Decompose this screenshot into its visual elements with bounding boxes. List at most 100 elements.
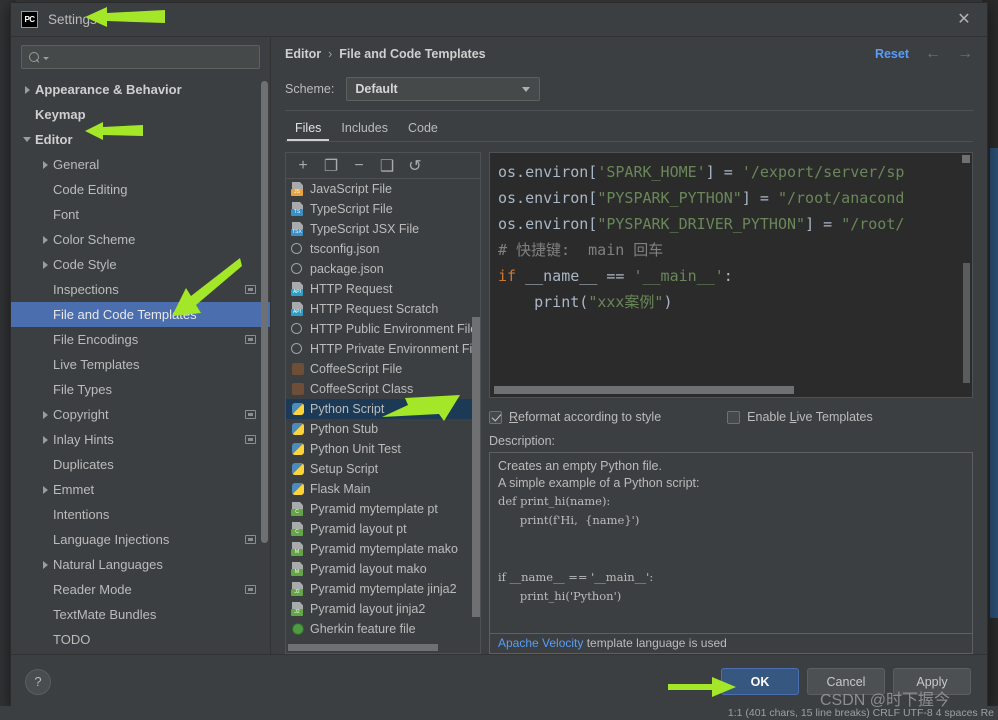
sidebar-item-editor[interactable]: Editor xyxy=(11,127,270,152)
sidebar-item-live-templates[interactable]: Live Templates xyxy=(11,352,270,377)
template-list-item[interactable]: M Pyramid layout mako xyxy=(286,559,480,579)
chevron-right-icon[interactable] xyxy=(37,485,53,494)
template-list-item[interactable]: Python Script xyxy=(286,399,480,419)
description-line: def print_hi(name): xyxy=(498,494,611,508)
clone-icon[interactable]: ❑ xyxy=(374,155,400,177)
sidebar-item-plugins[interactable]: Plugins2 xyxy=(11,652,270,654)
sidebar-item-general[interactable]: General xyxy=(11,152,270,177)
template-list-item[interactable]: TS TypeScript File xyxy=(286,199,480,219)
template-list-item[interactable]: package.json xyxy=(286,259,480,279)
cancel-button[interactable]: Cancel xyxy=(807,668,885,695)
template-list-item[interactable]: Setup Script xyxy=(286,459,480,479)
search-input[interactable] xyxy=(49,50,253,64)
template-list-item[interactable]: CoffeeScript Class xyxy=(286,379,480,399)
chevron-right-icon[interactable] xyxy=(37,560,53,569)
forward-arrow-icon[interactable]: → xyxy=(957,46,973,62)
sidebar-item-font[interactable]: Font xyxy=(11,202,270,227)
description-box: Creates an empty Python file. A simple ex… xyxy=(489,452,973,654)
sidebar-item-copyright[interactable]: Copyright xyxy=(11,402,270,427)
code-lines: os.environ['SPARK_HOME'] = '/export/serv… xyxy=(498,159,972,315)
chevron-right-icon[interactable] xyxy=(19,85,35,94)
sidebar-item-file-and-code-templates[interactable]: File and Code Templates xyxy=(11,302,270,327)
sidebar-item-textmate-bundles[interactable]: TextMate Bundles xyxy=(11,602,270,627)
chevron-right-icon[interactable] xyxy=(37,235,53,244)
sidebar-item-file-types[interactable]: File Types xyxy=(11,377,270,402)
sidebar-item-inspections[interactable]: Inspections xyxy=(11,277,270,302)
close-icon[interactable]: ✕ xyxy=(947,5,981,35)
sidebar-item-code-style[interactable]: Code Style xyxy=(11,252,270,277)
templates-horizontal-scrollbar[interactable] xyxy=(288,644,438,651)
http-request-icon: API xyxy=(291,282,305,296)
http-env-icon xyxy=(291,322,305,336)
template-list-item[interactable]: Python Stub xyxy=(286,419,480,439)
enable-live-templates-checkbox[interactable]: Enable Live Templates xyxy=(727,410,873,424)
copy-template-icon[interactable]: ❐ xyxy=(318,155,344,177)
template-list-item[interactable]: TSX TypeScript JSX File xyxy=(286,219,480,239)
code-horizontal-scrollbar[interactable] xyxy=(494,386,794,394)
template-list-item[interactable]: HTTP Private Environment File xyxy=(286,339,480,359)
sidebar-item-intentions[interactable]: Intentions xyxy=(11,502,270,527)
settings-content: Editor › File and Code Templates Reset ←… xyxy=(271,37,987,654)
reset-icon[interactable]: ↺ xyxy=(402,155,428,177)
template-tabs: Files Includes Code xyxy=(271,111,987,141)
chevron-right-icon[interactable] xyxy=(37,410,53,419)
tab-code[interactable]: Code xyxy=(398,121,448,141)
template-list-item[interactable]: JS JavaScript File xyxy=(286,179,480,199)
sidebar-scrollbar[interactable] xyxy=(261,81,268,543)
apache-velocity-link[interactable]: Apache Velocity xyxy=(498,636,583,650)
sidebar-item-code-editing[interactable]: Code Editing xyxy=(11,177,270,202)
reset-link[interactable]: Reset xyxy=(875,47,909,61)
template-name: Python Script xyxy=(310,402,385,416)
live-templates-checkbox-box xyxy=(727,410,741,424)
sidebar-item-label: Code Style xyxy=(53,257,117,272)
sidebar-item-language-injections[interactable]: Language Injections xyxy=(11,527,270,552)
chevron-down-icon[interactable] xyxy=(19,137,35,142)
sidebar-item-label: Language Injections xyxy=(53,532,170,547)
back-arrow-icon[interactable]: ← xyxy=(925,46,941,62)
sidebar-item-natural-languages[interactable]: Natural Languages xyxy=(11,552,270,577)
chevron-right-icon[interactable] xyxy=(37,160,53,169)
pyramid-mako-icon: M xyxy=(291,562,305,576)
tab-files[interactable]: Files xyxy=(285,121,331,141)
sidebar-item-appearance-behavior[interactable]: Appearance & Behavior xyxy=(11,77,270,102)
template-list-item[interactable]: Python Unit Test xyxy=(286,439,480,459)
template-list-item[interactable]: API HTTP Request Scratch xyxy=(286,299,480,319)
template-list-item[interactable]: HTTP Public Environment File xyxy=(286,319,480,339)
remove-icon[interactable]: − xyxy=(346,155,372,177)
breadcrumb-parent[interactable]: Editor xyxy=(285,47,321,61)
template-list-item[interactable]: J2 Pyramid layout jinja2 xyxy=(286,599,480,619)
template-list-item[interactable]: Gherkin feature file xyxy=(286,619,480,639)
sidebar-item-emmet[interactable]: Emmet xyxy=(11,477,270,502)
sidebar-item-inlay-hints[interactable]: Inlay Hints xyxy=(11,427,270,452)
chevron-right-icon[interactable] xyxy=(37,435,53,444)
template-list-item[interactable]: Flask Main xyxy=(286,479,480,499)
template-list-item[interactable]: C Pyramid mytemplate pt xyxy=(286,499,480,519)
sidebar-item-keymap[interactable]: Keymap xyxy=(11,102,270,127)
apply-button[interactable]: Apply xyxy=(893,668,971,695)
add-icon[interactable]: + xyxy=(290,155,316,177)
template-list-item[interactable]: C Pyramid layout pt xyxy=(286,519,480,539)
search-box[interactable] xyxy=(21,45,260,69)
template-list-item[interactable]: M Pyramid mytemplate mako xyxy=(286,539,480,559)
template-list-item[interactable]: CoffeeScript File xyxy=(286,359,480,379)
tab-includes[interactable]: Includes xyxy=(331,121,398,141)
sidebar-item-duplicates[interactable]: Duplicates xyxy=(11,452,270,477)
help-icon[interactable]: ? xyxy=(25,668,51,695)
code-vertical-scrollbar[interactable] xyxy=(963,263,970,383)
template-code-editor[interactable]: os.environ['SPARK_HOME'] = '/export/serv… xyxy=(489,152,973,398)
template-list-item[interactable]: J2 Pyramid mytemplate jinja2 xyxy=(286,579,480,599)
code-token: : xyxy=(723,267,733,285)
ok-button[interactable]: OK xyxy=(721,668,799,695)
chevron-right-icon[interactable] xyxy=(37,260,53,269)
sidebar-item-todo[interactable]: TODO xyxy=(11,627,270,652)
scheme-select[interactable]: Default xyxy=(346,77,541,101)
sidebar-item-file-encodings[interactable]: File Encodings xyxy=(11,327,270,352)
template-list-item[interactable]: tsconfig.json xyxy=(286,239,480,259)
template-name: Python Stub xyxy=(310,422,379,436)
sidebar-item-reader-mode[interactable]: Reader Mode xyxy=(11,577,270,602)
template-list-item[interactable]: API HTTP Request xyxy=(286,279,480,299)
templates-vertical-scrollbar[interactable] xyxy=(472,317,480,617)
reformat-checkbox[interactable]: Reformat according to style xyxy=(489,410,661,424)
description-line: print(f'Hi, {name}') xyxy=(498,513,640,527)
sidebar-item-color-scheme[interactable]: Color Scheme xyxy=(11,227,270,252)
